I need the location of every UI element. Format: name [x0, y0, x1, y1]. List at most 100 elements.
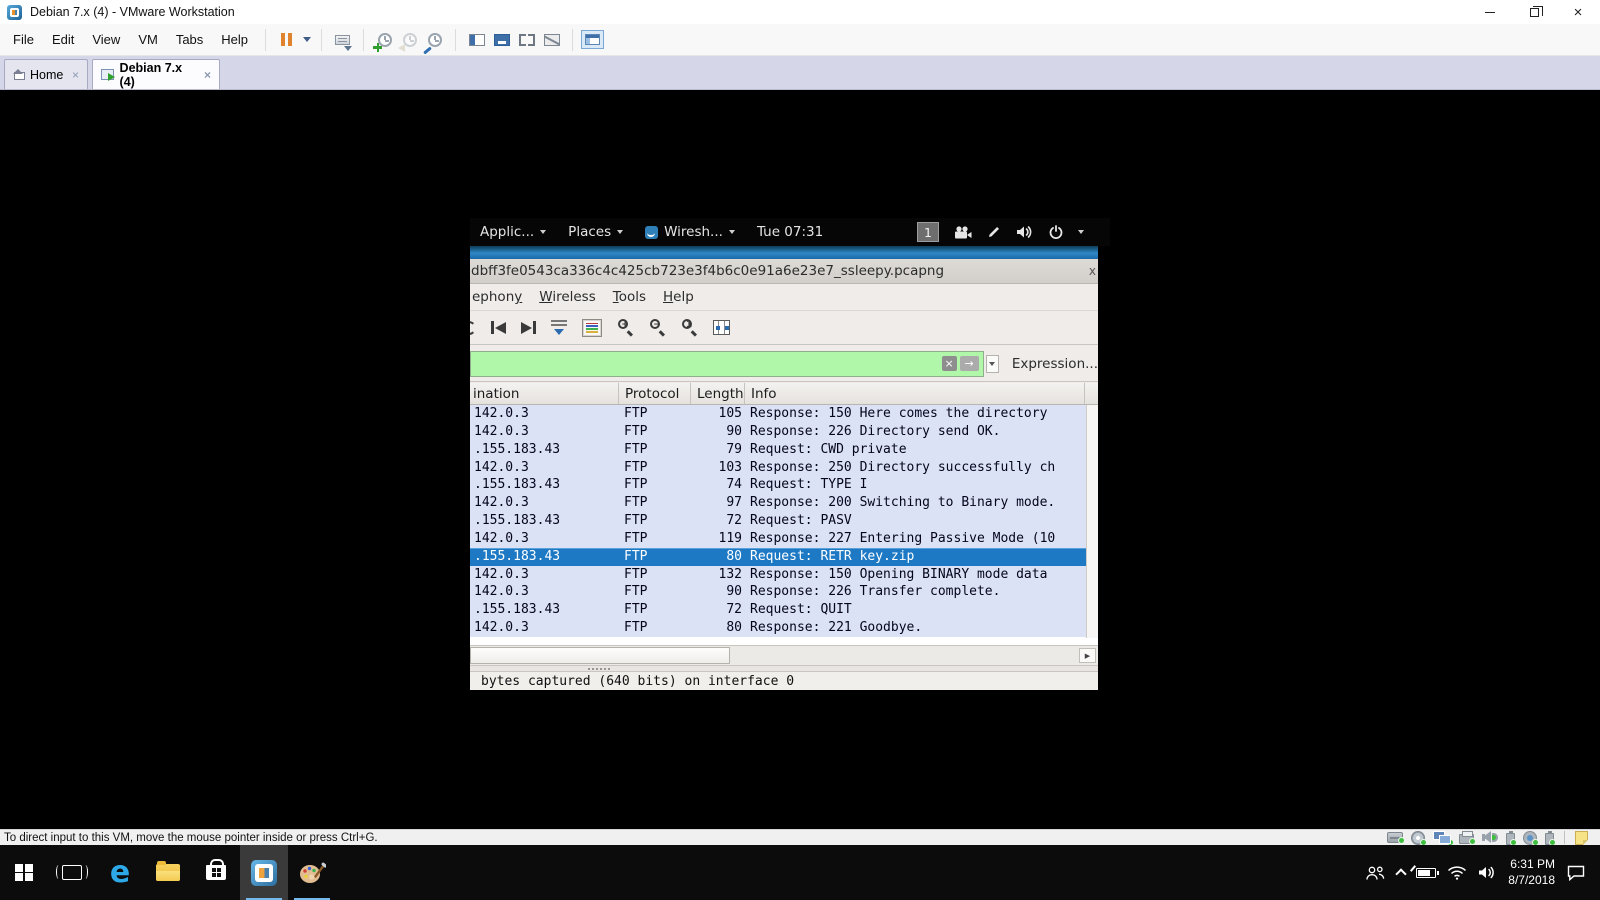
filter-apply-button[interactable]: →	[960, 356, 979, 371]
workspace-indicator[interactable]: 1	[917, 222, 939, 242]
packet-row[interactable]: .155.183.43FTP74Request: TYPE I	[470, 476, 1086, 494]
gnome-clock[interactable]: Tue 07:31	[757, 224, 823, 240]
scroll-right-arrow-icon[interactable]: ▶	[1079, 648, 1096, 663]
packet-row[interactable]: 142.0.3FTP97Response: 200 Switching to B…	[470, 494, 1086, 512]
packet-row[interactable]: .155.183.43FTP72Request: PASV	[470, 512, 1086, 530]
printer-icon[interactable]	[1459, 834, 1474, 844]
detail-frame-line[interactable]: bytes captured (640 bits) on interface 0	[481, 674, 794, 690]
column-protocol[interactable]: Protocol	[618, 383, 690, 404]
store-button[interactable]	[192, 845, 240, 900]
menu-tabs[interactable]: Tabs	[167, 32, 212, 47]
applications-menu[interactable]: Applic...	[480, 224, 546, 240]
zoom-out-button[interactable]: −	[649, 319, 666, 336]
wifi-icon[interactable]	[1447, 865, 1467, 880]
zoom-in-button[interactable]: +	[617, 319, 634, 336]
webcam-icon[interactable]	[1523, 831, 1537, 845]
go-last-packet-button[interactable]	[521, 321, 536, 334]
show-library-button[interactable]	[464, 27, 489, 53]
paint-taskbar-button[interactable]	[288, 845, 336, 900]
packet-row[interactable]: .155.183.43FTP79Request: CWD private	[470, 441, 1086, 459]
go-first-packet-button[interactable]	[491, 321, 506, 334]
column-destination[interactable]: ination	[470, 383, 618, 404]
menu-vm[interactable]: VM	[129, 32, 167, 47]
restore-button[interactable]	[1512, 0, 1556, 24]
close-button[interactable]: ×	[1556, 0, 1600, 24]
guest-screen[interactable]: Applic... Places Wiresh... Tue 07:31 1	[470, 218, 1110, 690]
message-log-icon[interactable]	[1575, 831, 1588, 845]
hidden-icons-chevron[interactable]	[1396, 868, 1407, 879]
column-info[interactable]: Info	[744, 383, 1084, 404]
action-center-icon[interactable]	[1566, 864, 1586, 881]
start-button[interactable]	[0, 845, 48, 900]
usb-device-icon[interactable]	[1506, 833, 1515, 845]
colorize-packets-button[interactable]	[582, 319, 602, 337]
detail-ethernet-line[interactable]: 0. 0. 00 00), Dst: 40 01 0. 0. 00 01 (40…	[472, 689, 910, 690]
resize-columns-button[interactable]	[713, 320, 730, 335]
tab-vm-close-icon[interactable]: ×	[198, 69, 211, 81]
task-view-button[interactable]	[48, 845, 96, 900]
take-snapshot-button[interactable]	[372, 27, 397, 53]
network-adapter-icon[interactable]	[1433, 831, 1451, 844]
pen-icon[interactable]	[987, 225, 1001, 239]
packet-row[interactable]: 142.0.3FTP103Response: 250 Directory suc…	[470, 459, 1086, 477]
hard-disk-icon[interactable]	[1387, 832, 1403, 843]
people-icon[interactable]	[1365, 865, 1386, 881]
revert-snapshot-button[interactable]	[397, 27, 422, 53]
vmware-taskbar-button[interactable]	[240, 845, 288, 900]
volume-icon[interactable]	[1016, 225, 1034, 239]
speaker-icon[interactable]	[1478, 865, 1497, 880]
minimize-button[interactable]	[1468, 0, 1512, 24]
wireshark-close-icon[interactable]: x	[1089, 264, 1098, 278]
packet-row[interactable]: 142.0.3FTP119Response: 227 Entering Pass…	[470, 530, 1086, 548]
edge-button[interactable]: e	[96, 845, 144, 900]
menu-help[interactable]: Help	[212, 32, 257, 47]
tab-home-close-icon[interactable]: ×	[66, 69, 79, 81]
cd-dvd-icon[interactable]	[1411, 831, 1425, 845]
sound-card-icon[interactable]	[1482, 831, 1498, 844]
tab-debian-vm[interactable]: Debian 7.x (4) ×	[92, 59, 220, 89]
snapshot-manager-button[interactable]	[422, 27, 447, 53]
taskbar-clock[interactable]: 6:31 PM 8/7/2018	[1508, 857, 1555, 888]
packet-row[interactable]: 142.0.3FTP90Response: 226 Transfer compl…	[470, 583, 1086, 601]
power-icon[interactable]	[1049, 225, 1063, 239]
scrollbar-thumb[interactable]	[470, 647, 730, 664]
menu-edit[interactable]: Edit	[43, 32, 83, 47]
packet-row[interactable]: .155.183.43FTP72Request: QUIT	[470, 601, 1086, 619]
send-ctrl-alt-del-button[interactable]	[330, 27, 355, 53]
menu-file[interactable]: File	[4, 32, 43, 47]
menu-help[interactable]: Help	[663, 289, 694, 305]
menu-wireless[interactable]: Wireless	[539, 289, 596, 305]
filter-history-dropdown[interactable]	[986, 355, 999, 373]
chevron-down-icon[interactable]	[1078, 230, 1084, 234]
horizontal-scrollbar[interactable]: ▶	[470, 645, 1098, 666]
power-battery-icon[interactable]	[1416, 868, 1436, 878]
packet-row[interactable]: 142.0.3FTP90Response: 226 Directory send…	[470, 423, 1086, 441]
file-explorer-button[interactable]	[144, 845, 192, 900]
wireshark-titlebar[interactable]: dbff3fe0543ca336c4c425cb723e3f4b6c0e91a6…	[470, 259, 1098, 284]
reload-icon[interactable]	[470, 321, 476, 335]
power-options-dropdown[interactable]	[299, 27, 313, 53]
menu-view[interactable]: View	[83, 32, 129, 47]
auto-scroll-button[interactable]	[551, 320, 567, 335]
show-thumbnail-bar-button[interactable]	[489, 27, 514, 53]
expression-button[interactable]: Expression...	[1012, 356, 1098, 372]
display-filter-input[interactable]: × →	[470, 351, 984, 377]
places-menu[interactable]: Places	[568, 224, 623, 240]
packet-row[interactable]: 142.0.3FTP80Response: 221 Goodbye.	[470, 619, 1086, 637]
tab-home[interactable]: Home ×	[4, 59, 88, 89]
power-pause-button[interactable]	[274, 27, 299, 53]
menu-tools[interactable]: Tools	[613, 289, 646, 305]
menu-telephony[interactable]: ephony	[472, 289, 522, 305]
fullscreen-button[interactable]	[514, 27, 539, 53]
camera-icon[interactable]	[954, 226, 972, 239]
packet-row[interactable]: 142.0.3FTP132Response: 150 Opening BINAR…	[470, 566, 1086, 584]
filter-clear-button[interactable]: ×	[942, 356, 957, 371]
usb-controller-icon[interactable]	[1545, 833, 1554, 845]
zoom-normal-button[interactable]: 1	[681, 319, 698, 336]
packet-row[interactable]: 142.0.3FTP105Response: 150 Here comes th…	[470, 405, 1086, 423]
packet-list-vertical-scrollbar[interactable]	[1086, 405, 1098, 638]
packet-row[interactable]: .155.183.43FTP80Request: RETR key.zip	[470, 548, 1086, 566]
vm-console[interactable]: Applic... Places Wiresh... Tue 07:31 1	[0, 90, 1600, 829]
unity-mode-button[interactable]	[539, 27, 564, 53]
column-length[interactable]: Length	[690, 383, 744, 404]
